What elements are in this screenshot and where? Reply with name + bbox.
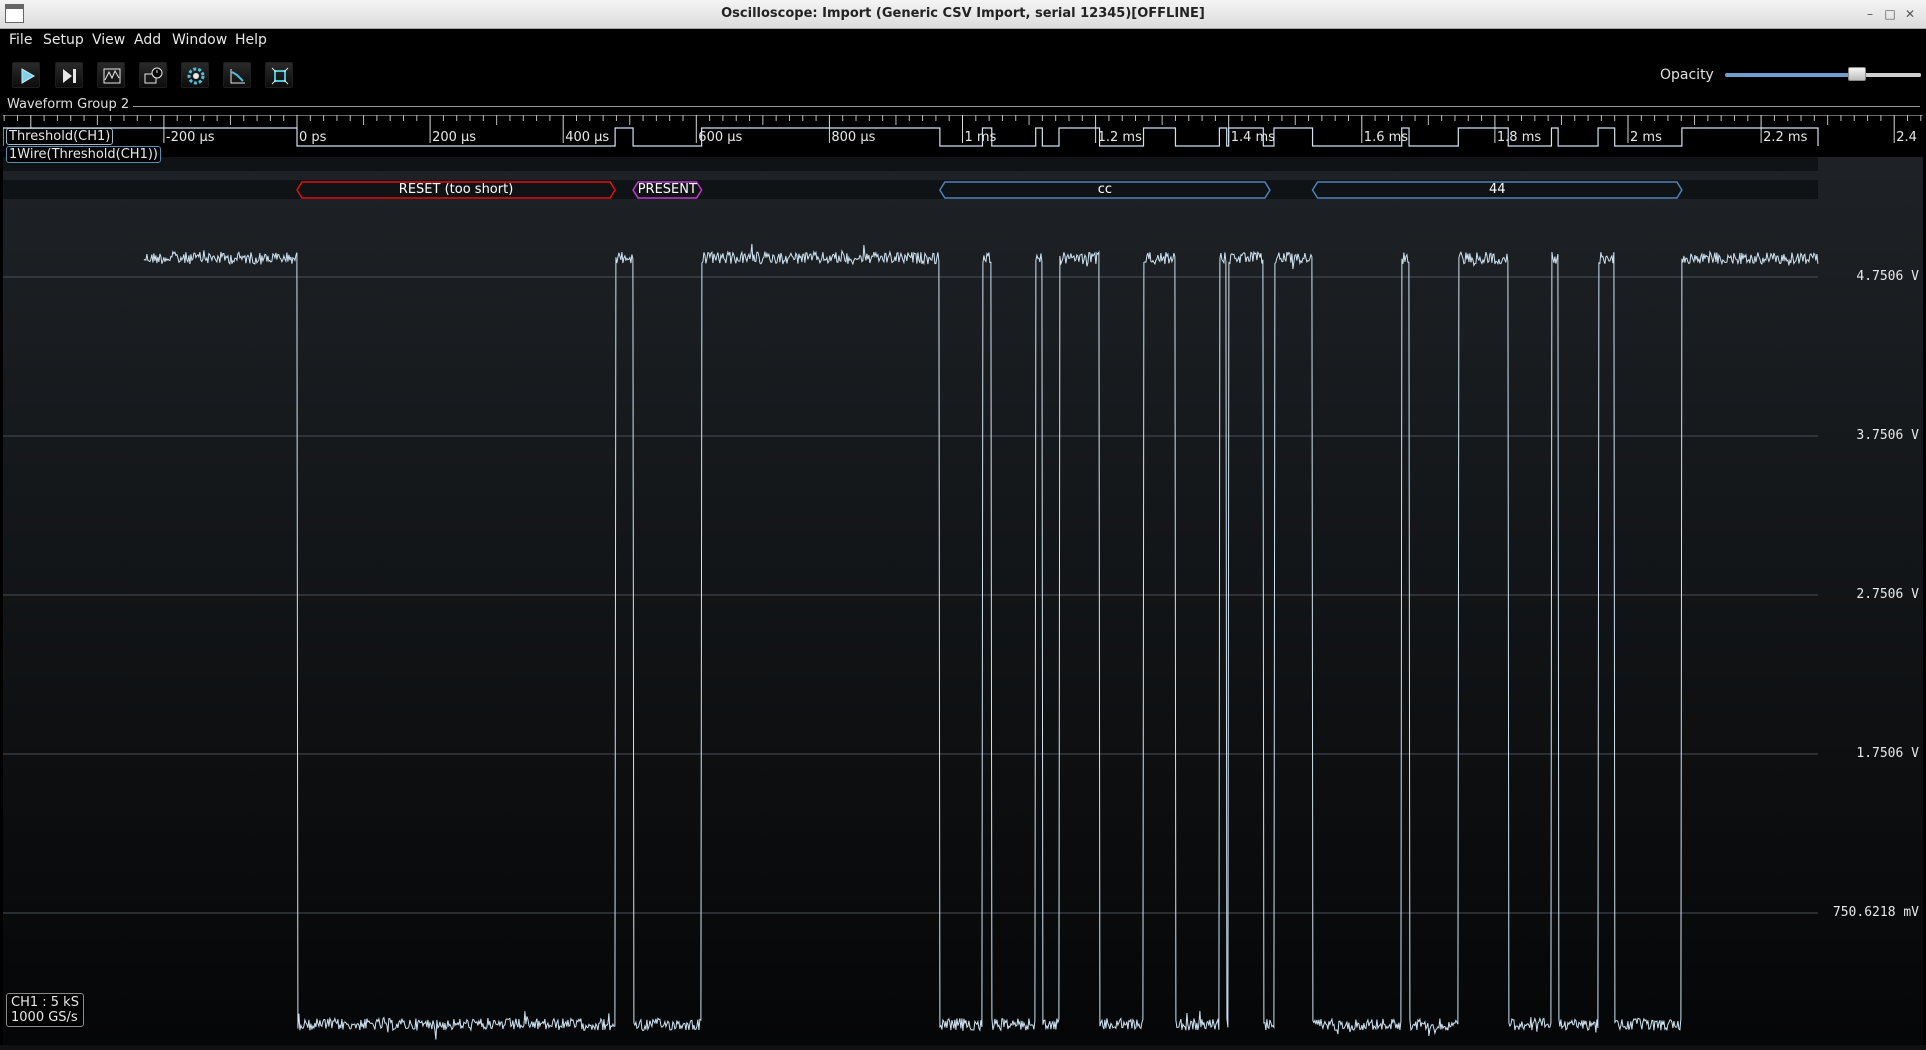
protocol-frame-label: 44 [1488, 182, 1506, 197]
protocol-frame-label: RESET (too short) [398, 182, 514, 197]
tick-label: 2 ms [1630, 130, 1662, 145]
tick-label: 800 µs [831, 130, 876, 145]
play-icon [21, 68, 35, 84]
fullscreen-icon [271, 67, 289, 85]
settings-button[interactable] [181, 62, 209, 88]
tick-label: 0 ps [299, 130, 327, 145]
menu-file[interactable]: File [9, 32, 32, 48]
tick-label: 600 µs [698, 130, 743, 145]
history-icon [144, 67, 163, 84]
zoom-fit-button[interactable] [265, 62, 293, 88]
channel-sample-count: CH1 : 5 kS [11, 995, 79, 1010]
tick-label: 1 ms [964, 130, 997, 145]
window-title: Oscilloscope: Import (Generic CSV Import… [721, 6, 1205, 21]
protocol-frame-label: cc [1097, 182, 1113, 197]
menu-window[interactable]: Window [172, 32, 227, 48]
menu-setup[interactable]: Setup [43, 32, 84, 48]
voltage-label: 1.7506 V [1856, 746, 1919, 761]
plot-background [3, 157, 1923, 1045]
tick-label: 200 µs [432, 130, 477, 145]
tick-label: 1.8 ms [1496, 130, 1542, 145]
protocol-frame-label: PRESENT [637, 182, 697, 197]
onewire-trace-label[interactable]: 1Wire(Threshold(CH1)) [6, 146, 161, 163]
voltage-label: 4.7506 V [1856, 269, 1919, 284]
voltage-label: 2.7506 V [1856, 587, 1919, 602]
tick-label: 1.2 ms [1097, 130, 1142, 145]
gear-icon [187, 67, 205, 85]
menu-add[interactable]: Add [134, 32, 161, 48]
single-trigger-button[interactable] [55, 62, 83, 88]
waveform-area[interactable]: -400 µs-200 µs0 ps200 µs400 µs600 µs800 … [3, 115, 1923, 1045]
tick-label: -200 µs [165, 130, 215, 145]
start-trigger-button[interactable] [12, 62, 40, 88]
menu-view[interactable]: View [92, 32, 125, 48]
opacity-slider[interactable] [1725, 73, 1921, 77]
tick-label: 1.4 ms [1230, 130, 1275, 145]
waveform-icon [103, 68, 121, 84]
tick-label: 2.4 [1896, 130, 1917, 145]
channel-sample-rate: 1000 GS/s [11, 1010, 78, 1025]
channel-info-box: CH1 : 5 kS 1000 GS/s [6, 993, 84, 1027]
waveform-group-title: Waveform Group 2 [7, 97, 134, 112]
history-button[interactable] [139, 62, 167, 88]
maximize-icon[interactable]: □ [1882, 6, 1898, 22]
group-divider [130, 106, 1920, 107]
tick-label: 1.6 ms [1363, 130, 1409, 145]
toolbar [0, 55, 1926, 93]
tick-label: 400 µs [565, 130, 610, 145]
minimize-icon[interactable]: – [1862, 6, 1878, 22]
close-icon[interactable]: ✕ [1902, 6, 1918, 22]
waveform-plot[interactable] [3, 115, 1923, 1045]
opacity-slider-handle[interactable] [1848, 67, 1866, 81]
step-icon [63, 69, 76, 83]
voltage-label: 750.6218 mV [1832, 905, 1919, 920]
measure-icon [230, 69, 245, 84]
threshold-trace-label[interactable]: Threshold(CH1) [6, 128, 114, 145]
menu-bar: File Setup View Add Window Help [0, 29, 1926, 53]
opacity-label: Opacity [1660, 67, 1714, 83]
tick-label: 2.2 ms [1763, 130, 1808, 145]
status-bar [0, 1045, 1926, 1050]
fft-button[interactable] [97, 62, 125, 88]
voltage-label: 3.7506 V [1856, 428, 1919, 443]
title-bar: Oscilloscope: Import (Generic CSV Import… [0, 0, 1926, 29]
menu-help[interactable]: Help [235, 32, 267, 48]
measure-button[interactable] [223, 62, 251, 88]
